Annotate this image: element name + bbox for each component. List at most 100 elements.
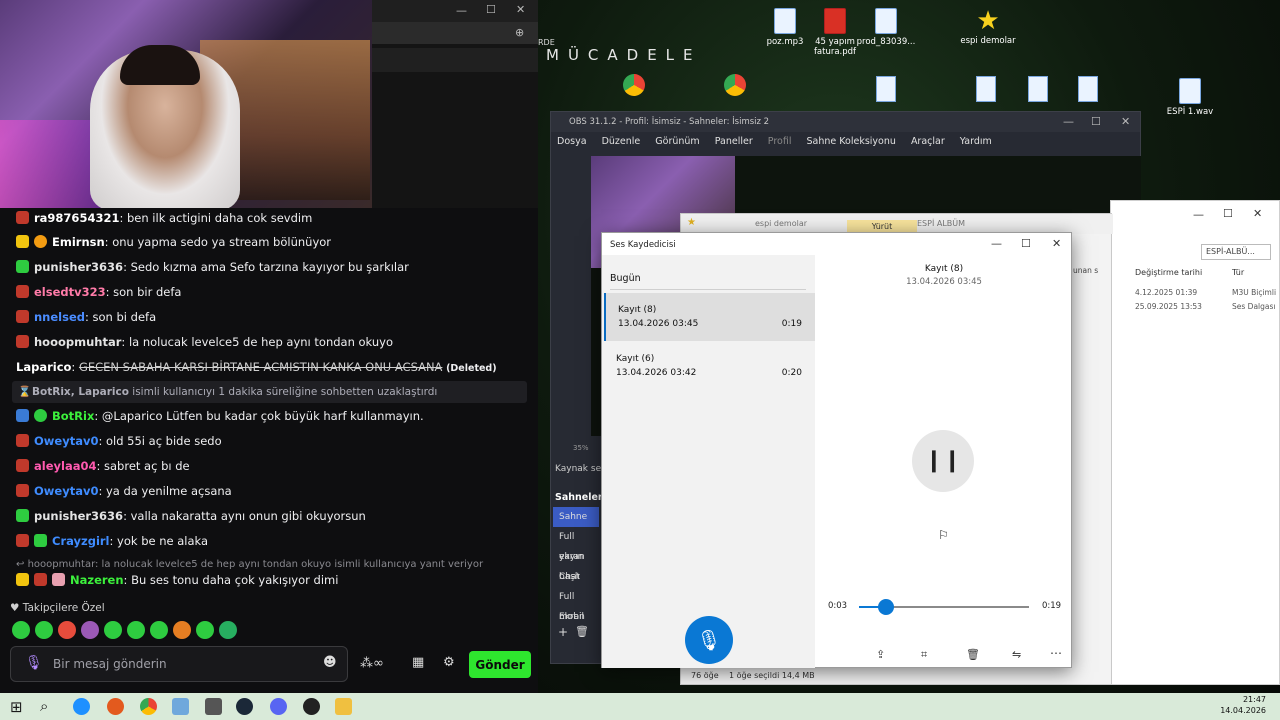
microphone-icon[interactable]: 🎙 (25, 655, 43, 671)
menu-item-profil[interactable]: Profil (768, 136, 792, 147)
column-type[interactable]: Tür (1232, 268, 1244, 277)
menu-item-araclar[interactable]: Araçlar (911, 136, 945, 147)
add-scene-icon[interactable]: + (558, 625, 568, 639)
chat-username[interactable]: Oweytav0 (34, 484, 98, 498)
emote-icon[interactable] (219, 621, 237, 639)
chat-username[interactable]: punisher3636 (34, 260, 123, 274)
chrome-icon[interactable] (623, 74, 645, 96)
chat-username[interactable]: Crayzgirl (52, 534, 110, 548)
menu-item-duzenle[interactable]: Düzenle (602, 136, 641, 147)
emote-icon[interactable] (127, 621, 145, 639)
audio-file-icon[interactable] (1078, 76, 1098, 102)
flag-marker-button[interactable]: ⚐ (938, 528, 949, 542)
maximize-icon[interactable]: ☐ (1091, 112, 1101, 132)
menu-item-dosya[interactable]: Dosya (557, 136, 587, 147)
chat-username[interactable]: aleylaa04 (34, 459, 96, 473)
column-date[interactable]: Değiştirme tarihi (1135, 268, 1202, 277)
chat-username[interactable]: Oweytav0 (34, 434, 98, 448)
audio-file-icon[interactable] (876, 76, 896, 102)
recording-item[interactable]: Kayıt (8) 13.04.2026 03:45 0:19 (604, 293, 815, 341)
record-button[interactable]: 🎙 (685, 616, 733, 664)
scene-item[interactable]: yayın başlı (553, 547, 599, 582)
chat-input[interactable]: 🎙 Bir mesaj gönderin ☻ (10, 646, 348, 682)
clock-date[interactable]: 14.04.2026 (1220, 706, 1266, 715)
scene-item[interactable]: mobil (553, 607, 599, 627)
chat-username[interactable]: Nazeren (70, 573, 124, 587)
share-icon[interactable]: ⇪ (876, 648, 885, 661)
desktop-icon-file[interactable]: prod_83039... (856, 8, 916, 47)
windows-start-icon[interactable]: ⊞ (10, 698, 23, 716)
scene-item[interactable]: Full Ekran (553, 587, 599, 622)
chat-username[interactable]: Laparico (16, 360, 71, 374)
maximize-icon[interactable]: ☐ (1223, 207, 1233, 220)
scene-item[interactable]: Chat (553, 567, 599, 587)
chat-username[interactable]: BotRix (52, 409, 94, 423)
desktop-icon-wav[interactable]: ESPİ 1.wav (1160, 78, 1220, 117)
minimize-icon[interactable]: — (991, 237, 1002, 250)
gear-icon[interactable]: ⚙ (443, 655, 455, 670)
audio-file-icon[interactable] (1028, 76, 1048, 102)
discord-icon[interactable] (270, 698, 287, 715)
chat-username[interactable]: punisher3636 (34, 509, 123, 523)
playback-speed-icon[interactable]: ⇋ (1012, 648, 1021, 661)
chat-username[interactable]: hooopmuhtar (34, 335, 121, 349)
audio-file-icon[interactable] (976, 76, 996, 102)
minimize-icon[interactable]: — (1063, 112, 1074, 132)
more-options-icon[interactable]: ⋯ (1050, 646, 1062, 660)
emote-icon[interactable] (173, 621, 191, 639)
search-input[interactable]: ESPİ-ALBÜ... (1201, 244, 1271, 260)
clock-time[interactable]: 21:47 (1230, 695, 1266, 704)
menu-item-paneller[interactable]: Paneller (715, 136, 753, 147)
close-icon[interactable]: ✕ (516, 3, 525, 16)
chat-username[interactable]: elsedtv323 (34, 285, 106, 299)
emote-icon[interactable] (150, 621, 168, 639)
close-icon[interactable]: ✕ (1052, 237, 1061, 250)
recording-item[interactable]: Kayıt (6) 13.04.2026 03:42 0:20 (604, 342, 815, 390)
store-icon[interactable]: ▦ (412, 655, 424, 670)
desktop-icon-folder[interactable]: ★ espi demolar (958, 6, 1018, 46)
emote-icon[interactable] (81, 621, 99, 639)
emoji-icon[interactable]: ☻ (323, 655, 337, 670)
folder-icon[interactable] (172, 698, 189, 715)
chat-text: sabret aç bı de (104, 459, 190, 473)
scene-item[interactable]: Sahne (553, 507, 599, 527)
steam-icon[interactable] (236, 698, 253, 715)
close-icon[interactable]: ✕ (1253, 207, 1262, 220)
zoom-icon[interactable]: ⊕ (515, 26, 524, 39)
emote-icon[interactable] (58, 621, 76, 639)
emote-icon[interactable] (104, 621, 122, 639)
chat-username[interactable]: ra987654321 (34, 211, 119, 225)
scene-item[interactable]: Full ekran (553, 527, 599, 562)
voice-recorder-icon[interactable] (205, 698, 222, 715)
minimize-icon[interactable]: — (456, 4, 467, 17)
maximize-icon[interactable]: ☐ (1021, 237, 1031, 250)
edge-icon[interactable] (73, 698, 90, 715)
chrome-icon[interactable] (724, 74, 746, 96)
chat-username[interactable]: Emirnsn (52, 235, 105, 249)
maximize-icon[interactable]: ☐ (486, 3, 496, 16)
delete-icon[interactable]: 🗑 (966, 648, 980, 661)
trash-icon[interactable]: 🗑 (575, 625, 589, 638)
minimize-icon[interactable]: — (1193, 208, 1204, 221)
emote-icon[interactable] (196, 621, 214, 639)
menu-item-gorunum[interactable]: Görünüm (655, 136, 699, 147)
menu-item-sahne-koleksiyonu[interactable]: Sahne Koleksiyonu (807, 136, 896, 147)
explorer-breadcrumb[interactable]: ESPİ ALBÜM (917, 219, 965, 228)
explorer-icon[interactable] (335, 698, 352, 715)
pause-button[interactable]: ❙❙ (912, 430, 974, 492)
browser-icon[interactable] (107, 698, 124, 715)
close-icon[interactable]: ✕ (1121, 112, 1130, 132)
trim-icon[interactable]: ⌗ (921, 648, 927, 662)
progress-thumb[interactable] (878, 599, 895, 615)
search-icon[interactable]: ⌕ (40, 697, 48, 715)
chat-username[interactable]: nnelsed (34, 310, 85, 324)
send-button[interactable]: Gönder (469, 651, 531, 678)
points-icon[interactable]: ⁂∞ (360, 656, 384, 671)
emote-icon[interactable] (12, 621, 30, 639)
obs-icon[interactable] (303, 698, 320, 715)
chrome-icon[interactable] (140, 698, 157, 715)
progress-track[interactable] (859, 599, 1029, 615)
desktop-icon-label[interactable]: RDE (538, 38, 555, 47)
emote-icon[interactable] (35, 621, 53, 639)
menu-item-yardim[interactable]: Yardım (960, 136, 992, 147)
